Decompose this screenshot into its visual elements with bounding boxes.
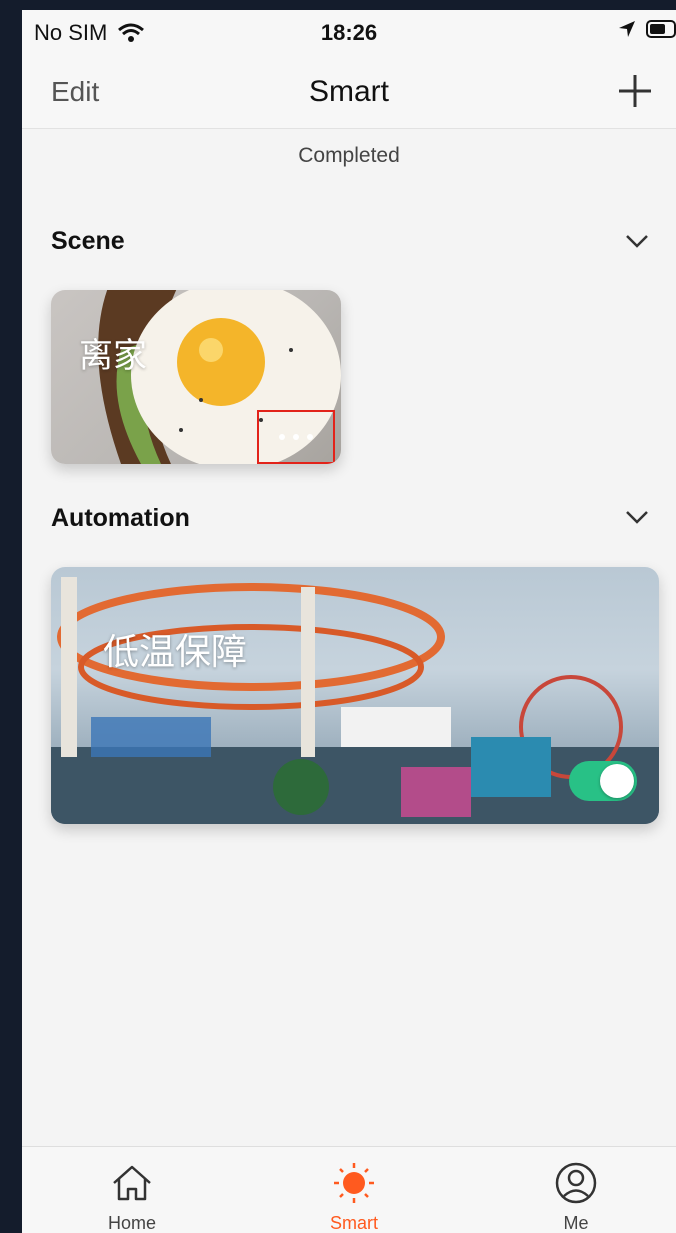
tab-bar: Home Smart Me: [22, 1146, 676, 1233]
chevron-down-icon[interactable]: [624, 232, 650, 250]
automation-name: 低温保障: [103, 631, 248, 672]
profile-icon: [555, 1162, 597, 1204]
home-icon: [113, 1165, 151, 1201]
amusement-park-image: [51, 577, 659, 824]
tab-me[interactable]: Me: [516, 1147, 636, 1233]
automation-card[interactable]: 低温保障: [51, 567, 659, 824]
scene-name: 离家: [79, 337, 147, 375]
status-time: 18:26: [320, 20, 378, 45]
tab-home-label: Home: [107, 1213, 156, 1233]
nav-bar: Edit Smart: [22, 54, 676, 129]
scene-more-button[interactable]: [257, 410, 335, 464]
automation-section-title: Automation: [51, 504, 190, 532]
chevron-down-icon[interactable]: [624, 508, 650, 526]
tab-smart[interactable]: Smart: [294, 1147, 414, 1233]
scene-card[interactable]: 离家: [51, 290, 341, 464]
page-title: Smart: [308, 75, 389, 108]
dot-icon: [293, 434, 299, 440]
battery-icon: [646, 20, 676, 38]
scene-section-title: Scene: [51, 227, 125, 255]
automation-toggle[interactable]: [569, 761, 637, 801]
tab-smart-label: Smart: [329, 1213, 378, 1233]
location-arrow-icon: [619, 21, 635, 37]
phone-screen: No SIM 18:26 Edit Smart Completed Scene: [22, 10, 676, 1233]
tab-home[interactable]: Home: [72, 1147, 192, 1233]
status-bar: No SIM 18:26: [22, 10, 676, 54]
tab-me-label: Me: [563, 1213, 589, 1233]
status-text: Completed: [298, 144, 400, 167]
add-icon[interactable]: [616, 72, 654, 110]
dot-icon: [279, 434, 285, 440]
dot-icon: [307, 434, 313, 440]
sun-icon: [334, 1163, 374, 1203]
